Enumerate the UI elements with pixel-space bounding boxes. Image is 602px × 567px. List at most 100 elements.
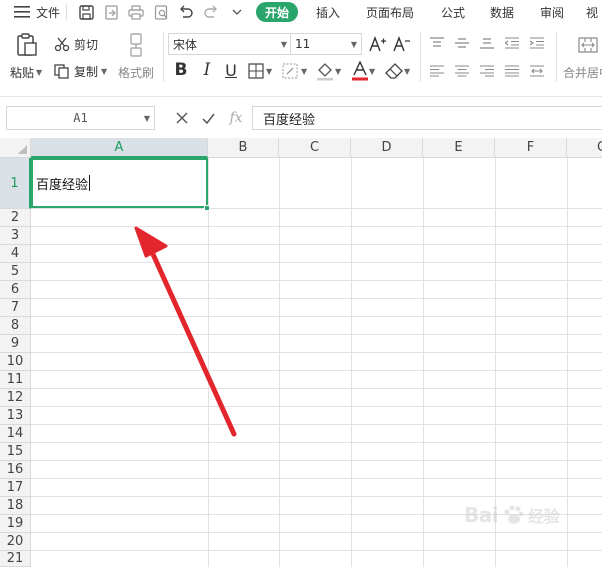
row-header-16[interactable]: 16 xyxy=(0,461,31,479)
bold-icon[interactable]: B xyxy=(172,60,190,80)
column-header-d[interactable]: D xyxy=(351,138,423,158)
row-header-19[interactable]: 19 xyxy=(0,515,31,533)
copy-button[interactable]: 复制 ▼ xyxy=(54,63,107,79)
paste-icon[interactable] xyxy=(14,32,40,58)
font-name-select[interactable]: 宋体 ▼ xyxy=(168,33,292,55)
cut-label: 剪切 xyxy=(74,37,99,52)
align-bottom-icon[interactable] xyxy=(480,36,496,50)
quick-access-dropdown-icon[interactable] xyxy=(227,0,247,24)
tab-insert[interactable]: 插入 xyxy=(314,0,342,24)
tab-page-layout[interactable]: 页面布局 xyxy=(364,0,416,24)
tab-data[interactable]: 数据 xyxy=(488,0,516,24)
format-painter-icon[interactable] xyxy=(124,32,148,58)
redo-icon[interactable] xyxy=(201,0,221,24)
undo-icon[interactable] xyxy=(176,0,196,24)
borders-button[interactable]: ▼ xyxy=(248,62,278,80)
cancel-icon[interactable] xyxy=(174,110,190,126)
select-all-triangle-icon xyxy=(18,145,27,154)
file-menu[interactable]: 文件 xyxy=(34,0,62,24)
increase-indent-icon[interactable] xyxy=(530,36,546,50)
font-color-icon xyxy=(352,61,368,81)
paw-logo-icon xyxy=(504,505,524,524)
row-header-17[interactable]: 17 xyxy=(0,479,31,497)
row-header-15[interactable]: 15 xyxy=(0,443,31,461)
grid-hline xyxy=(31,298,602,299)
tab-home[interactable]: 开始 xyxy=(256,2,298,22)
font-size-select[interactable]: 11 ▼ xyxy=(290,33,362,55)
text-cursor xyxy=(89,175,91,191)
formula-input-value: 百度经验 xyxy=(263,112,316,128)
grid-vline xyxy=(567,158,568,567)
align-right-icon[interactable] xyxy=(480,64,496,78)
align-left-icon[interactable] xyxy=(430,64,446,78)
align-middle-icon[interactable] xyxy=(455,36,471,50)
borders-icon xyxy=(248,63,264,79)
column-header-e[interactable]: E xyxy=(423,138,495,158)
row-header-13[interactable]: 13 xyxy=(0,407,31,425)
row-header-9[interactable]: 9 xyxy=(0,335,31,353)
row-header-3[interactable]: 3 xyxy=(0,227,31,245)
row-header-7[interactable]: 7 xyxy=(0,299,31,317)
row-header-1[interactable]: 1 xyxy=(0,158,31,209)
decrease-font-size-icon[interactable] xyxy=(392,33,412,55)
cut-button[interactable]: 剪切 xyxy=(54,36,98,52)
fill-pattern-button[interactable]: ▼ xyxy=(282,62,312,80)
column-header-f[interactable]: F xyxy=(495,138,567,158)
underline-icon[interactable]: U xyxy=(222,60,240,80)
row-header-2[interactable]: 2 xyxy=(0,209,31,227)
formula-input[interactable]: 百度经验 xyxy=(252,106,602,130)
row-header-21[interactable]: 21 xyxy=(0,551,31,567)
row-header-20[interactable]: 20 xyxy=(0,533,31,551)
print-preview-icon[interactable] xyxy=(151,0,171,24)
clear-format-button[interactable]: ▼ xyxy=(385,60,415,82)
italic-icon[interactable]: I xyxy=(198,60,216,80)
tab-view[interactable]: 视 xyxy=(586,0,602,24)
tab-review[interactable]: 审阅 xyxy=(538,0,566,24)
copy-dropdown-icon: ▼ xyxy=(101,66,108,76)
row-header-4[interactable]: 4 xyxy=(0,245,31,263)
justify-icon[interactable] xyxy=(505,64,521,78)
align-center-icon[interactable] xyxy=(455,64,471,78)
align-top-icon[interactable] xyxy=(430,36,446,50)
row-header-11[interactable]: 11 xyxy=(0,371,31,389)
fill-color-button[interactable]: ▼ xyxy=(316,60,348,82)
insert-function-icon[interactable]: fx xyxy=(226,108,246,128)
row-header-5[interactable]: 5 xyxy=(0,263,31,281)
row-header-10[interactable]: 10 xyxy=(0,353,31,371)
column-header-c[interactable]: C xyxy=(279,138,351,158)
font-color-button[interactable]: ▼ xyxy=(352,60,382,82)
grid-vline xyxy=(423,158,424,567)
select-all-corner[interactable] xyxy=(0,138,31,158)
watermark-text: Bai xyxy=(464,503,499,527)
formula-bar: A1 ▼ fx 百度经验 xyxy=(0,104,602,132)
row-header-12[interactable]: 12 xyxy=(0,389,31,407)
ribbon-divider xyxy=(420,32,421,82)
row-header-8[interactable]: 8 xyxy=(0,317,31,335)
column-header-b[interactable]: B xyxy=(208,138,279,158)
copy-icon xyxy=(54,63,69,79)
confirm-icon[interactable] xyxy=(200,110,216,126)
tab-formulas[interactable]: 公式 xyxy=(439,0,467,24)
merge-cells-icon[interactable] xyxy=(578,36,600,54)
grid-hline xyxy=(31,550,602,551)
column-header-g[interactable]: G xyxy=(567,138,602,158)
print-icon[interactable] xyxy=(126,0,146,24)
decrease-indent-icon[interactable] xyxy=(505,36,521,50)
name-box[interactable]: A1 ▼ xyxy=(6,106,155,130)
active-cell-a1[interactable]: 百度经验 xyxy=(31,158,208,208)
ribbon-divider xyxy=(163,32,164,82)
row-header-6[interactable]: 6 xyxy=(0,281,31,299)
export-icon[interactable] xyxy=(101,0,121,24)
merge-center-button[interactable]: 合并居中 xyxy=(563,64,602,80)
column-header-a[interactable]: A xyxy=(31,138,208,158)
paste-button[interactable]: 粘贴 ▼ xyxy=(10,64,42,80)
increase-font-size-icon[interactable] xyxy=(368,33,388,55)
row-header-14[interactable]: 14 xyxy=(0,425,31,443)
fill-handle[interactable] xyxy=(204,205,210,211)
format-painter-button[interactable]: 格式刷 xyxy=(118,64,154,80)
distributed-align-icon[interactable] xyxy=(530,64,546,78)
save-icon[interactable] xyxy=(76,0,96,24)
row-header-18[interactable]: 18 xyxy=(0,497,31,515)
grid-hline xyxy=(31,406,602,407)
hamburger-menu-icon[interactable] xyxy=(12,0,32,24)
